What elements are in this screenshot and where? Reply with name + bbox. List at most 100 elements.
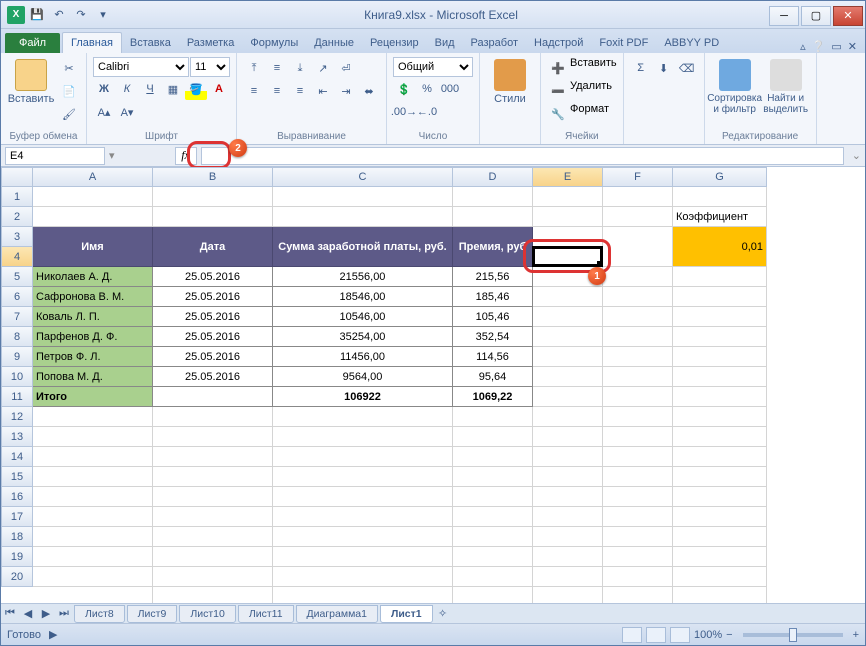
cell[interactable]: [533, 467, 603, 487]
insert-cells-button[interactable]: Вставить: [570, 57, 617, 79]
cut-button[interactable]: ✂: [58, 57, 80, 79]
cell[interactable]: [453, 487, 533, 507]
tab-home[interactable]: Главная: [62, 32, 122, 53]
header-name[interactable]: Имя: [33, 227, 153, 267]
cell[interactable]: [33, 427, 153, 447]
cell[interactable]: [533, 527, 603, 547]
underline-button[interactable]: Ч: [139, 78, 161, 100]
page-break-view-button[interactable]: [670, 627, 690, 643]
row-header-9[interactable]: 9: [1, 347, 33, 367]
align-right-button[interactable]: ≡: [289, 80, 311, 102]
tab-layout[interactable]: Разметка: [179, 33, 243, 53]
cell[interactable]: [33, 507, 153, 527]
cell[interactable]: [603, 307, 673, 327]
cell[interactable]: [33, 467, 153, 487]
row-header-10[interactable]: 10: [1, 367, 33, 387]
cell[interactable]: [153, 487, 273, 507]
format-cells-button[interactable]: Формат: [570, 103, 609, 125]
sheet-tab-Лист9[interactable]: Лист9: [127, 605, 178, 623]
first-sheet-button[interactable]: ⏮: [1, 605, 19, 623]
cell[interactable]: [603, 447, 673, 467]
date-2[interactable]: 25.05.2016: [153, 307, 273, 327]
cell[interactable]: [153, 547, 273, 567]
row-header-20[interactable]: 20: [1, 567, 33, 587]
format-painter-button[interactable]: 🖌: [58, 103, 80, 125]
row-header-18[interactable]: 18: [1, 527, 33, 547]
cell[interactable]: [673, 507, 767, 527]
font-color-button[interactable]: A: [208, 78, 230, 100]
undo-button[interactable]: ↶: [49, 5, 69, 25]
sort-filter-button[interactable]: Сортировка и фильтр: [711, 57, 759, 117]
header-sum[interactable]: Сумма заработной платы, руб.: [273, 227, 453, 267]
col-header-D[interactable]: D: [453, 167, 533, 187]
redo-button[interactable]: ↷: [71, 5, 91, 25]
cell[interactable]: [533, 407, 603, 427]
bonus-0[interactable]: 215,56: [453, 267, 533, 287]
cell[interactable]: [533, 507, 603, 527]
col-header-B[interactable]: B: [153, 167, 273, 187]
bonus-3[interactable]: 352,54: [453, 327, 533, 347]
cell[interactable]: [533, 347, 603, 367]
cell[interactable]: [673, 447, 767, 467]
name-3[interactable]: Парфенов Д. Ф.: [33, 327, 153, 347]
cell[interactable]: [453, 187, 533, 207]
row-header-2[interactable]: 2: [1, 207, 33, 227]
align-top-button[interactable]: ⤒: [243, 57, 265, 79]
row-header-11[interactable]: 11: [1, 387, 33, 407]
percent-button[interactable]: %: [416, 78, 438, 100]
cell[interactable]: [673, 467, 767, 487]
orientation-button[interactable]: ↗: [312, 57, 334, 79]
next-sheet-button[interactable]: ▶: [37, 605, 55, 623]
find-select-button[interactable]: Найти и выделить: [762, 57, 810, 117]
cell[interactable]: [603, 287, 673, 307]
cell[interactable]: [453, 467, 533, 487]
cell[interactable]: [673, 307, 767, 327]
cell[interactable]: [153, 447, 273, 467]
italic-button[interactable]: К: [116, 78, 138, 100]
tab-data[interactable]: Данные: [306, 33, 362, 53]
zoom-level[interactable]: 100%: [694, 629, 722, 641]
cell[interactable]: [603, 527, 673, 547]
sheet-tab-Лист1[interactable]: Лист1: [380, 605, 433, 623]
name-1[interactable]: Сафронова В. М.: [33, 287, 153, 307]
cell[interactable]: [533, 327, 603, 347]
border-button[interactable]: ▦: [162, 78, 184, 100]
sum-2[interactable]: 10546,00: [273, 307, 453, 327]
cell[interactable]: [533, 547, 603, 567]
sum-1[interactable]: 18546,00: [273, 287, 453, 307]
sheet-tab-Диаграмма1[interactable]: Диаграмма1: [296, 605, 378, 623]
cell[interactable]: [533, 307, 603, 327]
minimize-ribbon-icon[interactable]: ▵: [800, 40, 806, 53]
tab-foxit[interactable]: Foxit PDF: [591, 33, 656, 53]
col-header-A[interactable]: A: [33, 167, 153, 187]
cell[interactable]: [603, 387, 673, 407]
close-button[interactable]: ✕: [833, 6, 863, 26]
cell[interactable]: [673, 407, 767, 427]
tab-view[interactable]: Вид: [427, 33, 463, 53]
row-header-1[interactable]: 1: [1, 187, 33, 207]
cell[interactable]: [453, 527, 533, 547]
sum-5[interactable]: 9564,00: [273, 367, 453, 387]
date-0[interactable]: 25.05.2016: [153, 267, 273, 287]
cell[interactable]: [33, 407, 153, 427]
cell[interactable]: [153, 207, 273, 227]
name-4[interactable]: Петров Ф. Л.: [33, 347, 153, 367]
currency-button[interactable]: 💲: [393, 78, 415, 100]
clear-button[interactable]: ⌫: [676, 57, 698, 79]
align-bottom-button[interactable]: ⤓: [289, 57, 311, 79]
cell[interactable]: [453, 207, 533, 227]
align-left-button[interactable]: ≡: [243, 80, 265, 102]
header-date[interactable]: Дата: [153, 227, 273, 267]
cell[interactable]: [673, 427, 767, 447]
close-workbook-icon[interactable]: ✕: [848, 40, 857, 53]
save-button[interactable]: 💾: [27, 5, 47, 25]
cell[interactable]: [533, 367, 603, 387]
cell[interactable]: [453, 507, 533, 527]
delete-cells-icon[interactable]: ➖: [547, 80, 569, 102]
col-header-E[interactable]: E: [533, 167, 603, 187]
row-header-7[interactable]: 7: [1, 307, 33, 327]
row-header-6[interactable]: 6: [1, 287, 33, 307]
sum-0[interactable]: 21556,00: [273, 267, 453, 287]
bonus-1[interactable]: 185,46: [453, 287, 533, 307]
col-header-F[interactable]: F: [603, 167, 673, 187]
